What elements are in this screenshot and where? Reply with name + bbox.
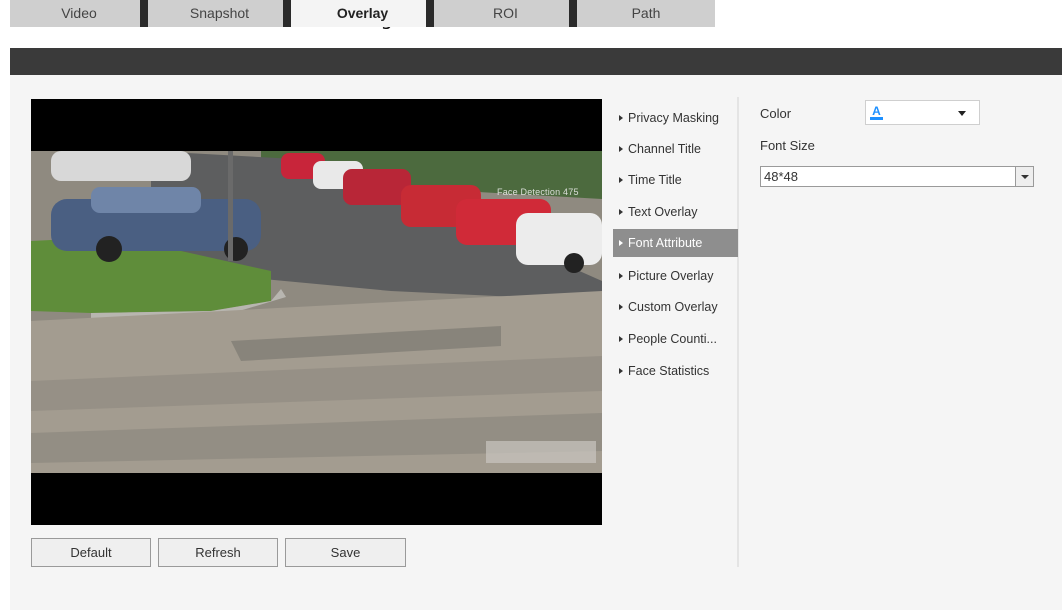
triangle-right-icon (619, 115, 623, 121)
default-button[interactable]: Default (31, 538, 151, 567)
tab-bar (10, 48, 1062, 75)
triangle-right-icon (619, 368, 623, 374)
triangle-right-icon (619, 336, 623, 342)
chevron-down-icon (958, 111, 966, 116)
tab-roi[interactable]: ROI (434, 0, 577, 27)
color-label: Color (760, 106, 792, 121)
menu-item-face-statistics[interactable]: Face Statistics (613, 357, 738, 385)
tab-path[interactable]: Path (577, 0, 715, 27)
menu-item-picture-overlay[interactable]: Picture Overlay (613, 262, 738, 290)
font-size-value: 48*48 (764, 169, 798, 184)
refresh-button[interactable]: Refresh (158, 538, 278, 567)
tab-video[interactable]: Video (10, 0, 148, 27)
menu-item-font-attribute[interactable]: Font Attribute (613, 229, 738, 257)
triangle-right-icon (619, 240, 623, 246)
save-button[interactable]: Save (285, 538, 406, 567)
triangle-right-icon (619, 304, 623, 310)
color-swatch: A (870, 104, 883, 120)
triangle-right-icon (619, 209, 623, 215)
camera-scene (31, 151, 602, 473)
menu-item-people-counting[interactable]: People Counti... (613, 325, 738, 353)
chevron-down-icon (1015, 167, 1033, 186)
osd-text: Face Detection 475 (497, 187, 579, 197)
color-picker[interactable]: A (865, 100, 980, 125)
font-size-select[interactable]: 48*48 (760, 166, 1034, 187)
triangle-right-icon (619, 146, 623, 152)
triangle-right-icon (619, 273, 623, 279)
triangle-right-icon (619, 177, 623, 183)
font-size-label: Font Size (760, 138, 815, 153)
video-preview[interactable]: Face Detection 475 (31, 99, 602, 525)
menu-item-text-overlay[interactable]: Text Overlay (613, 198, 738, 226)
menu-item-time-title[interactable]: Time Title (613, 166, 738, 194)
tab-overlay[interactable]: Overlay (291, 0, 434, 27)
menu-item-channel-title[interactable]: Channel Title (613, 135, 738, 163)
menu-item-custom-overlay[interactable]: Custom Overlay (613, 293, 738, 321)
menu-item-privacy-masking[interactable]: Privacy Masking (613, 104, 738, 132)
tab-snapshot[interactable]: Snapshot (148, 0, 291, 27)
